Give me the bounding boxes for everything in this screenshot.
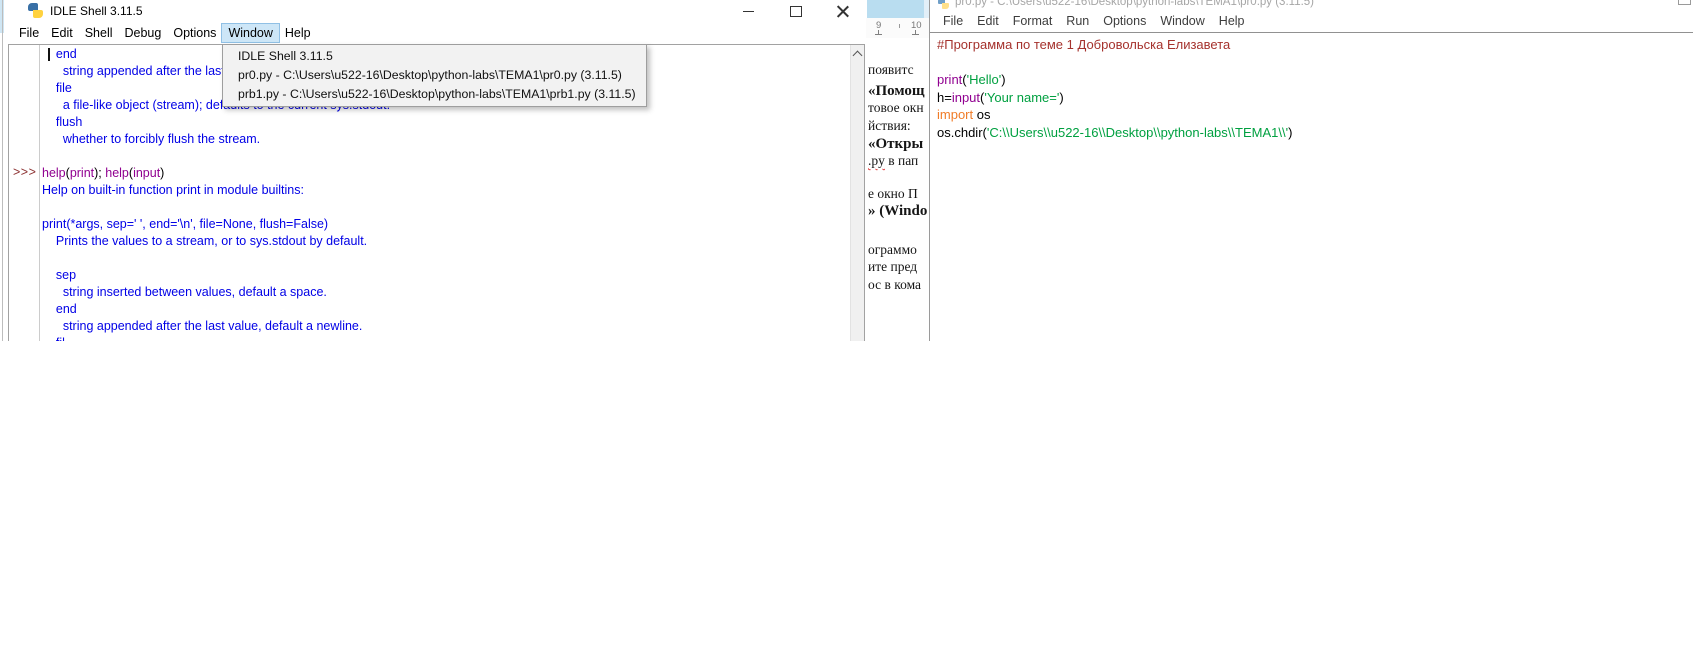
- minimize-icon: [743, 11, 754, 12]
- shell-line: whether to forcibly flush the stream.: [42, 131, 390, 148]
- window-controls: [725, 0, 866, 22]
- menu-item-file[interactable]: File: [13, 24, 45, 42]
- code-line: #Программа по теме 1 Добровольска Елизав…: [937, 36, 1292, 54]
- dropdown-item[interactable]: IDLE Shell 3.11.5: [223, 47, 646, 66]
- word-text-line: «Откры: [868, 136, 923, 153]
- editor-titlebar[interactable]: pr0.py - C:\Users\u522-16\Desktop\python…: [930, 0, 1693, 9]
- shell-prompt: >>>: [13, 165, 36, 179]
- dropdown-item[interactable]: pr0.py - C:\Users\u522-16\Desktop\python…: [223, 66, 646, 85]
- scroll-up-icon: [853, 51, 863, 61]
- shell-window-title: IDLE Shell 3.11.5: [50, 4, 143, 18]
- word-ruler: 9 10: [866, 18, 929, 38]
- word-text-line: товое окн: [868, 100, 924, 116]
- shell-line: Prints the values to a stream, or to sys…: [42, 233, 390, 250]
- menu-item-format[interactable]: Format: [1006, 12, 1060, 30]
- code-line: [937, 54, 1292, 72]
- menu-item-file[interactable]: File: [936, 12, 970, 30]
- menu-item-help[interactable]: Help: [279, 24, 317, 42]
- ruler-tab-marker: [875, 30, 882, 35]
- shell-line: fil: [42, 335, 390, 341]
- menu-item-edit[interactable]: Edit: [45, 24, 79, 42]
- shell-line: [42, 250, 390, 267]
- code-line: h=input('Your name='): [937, 89, 1292, 107]
- menu-item-window[interactable]: Window: [1153, 12, 1211, 30]
- shell-line: end: [42, 301, 390, 318]
- window-menu-dropdown: IDLE Shell 3.11.5pr0.py - C:\Users\u522-…: [222, 44, 647, 107]
- word-text-line: » (Windo: [868, 203, 927, 220]
- editor-code-area[interactable]: #Программа по теме 1 Добровольска Елизав…: [937, 36, 1292, 141]
- word-text-line: ос в кома: [868, 277, 921, 293]
- menu-item-options[interactable]: Options: [1096, 12, 1153, 30]
- editor-content-border: [930, 32, 1693, 33]
- screen: IDLE Shell 3.11.5 FileEditShellDebugOpti…: [0, 0, 1693, 648]
- python-icon: [27, 3, 43, 19]
- shell-line: [42, 148, 390, 165]
- editor-menubar: FileEditFormatRunOptionsWindowHelp: [930, 9, 1693, 32]
- ruler-tab-marker: [912, 30, 919, 35]
- maximize-icon: [790, 6, 802, 17]
- dropdown-item[interactable]: prb1.py - C:\Users\u522-16\Desktop\pytho…: [223, 85, 646, 104]
- word-text-line: «Помощ: [868, 83, 925, 100]
- word-text-line: ограммо: [868, 242, 917, 258]
- shell-vertical-scrollbar[interactable]: [850, 45, 864, 341]
- menu-item-edit[interactable]: Edit: [970, 12, 1006, 30]
- code-line: import os: [937, 106, 1292, 124]
- maximize-button[interactable]: [772, 0, 819, 22]
- menu-item-run[interactable]: Run: [1059, 12, 1096, 30]
- editor-maximize-button-fragment[interactable]: [1678, 0, 1691, 5]
- shell-line: Help on built-in function print in modul…: [42, 182, 390, 199]
- idle-editor-window: pr0.py - C:\Users\u522-16\Desktop\python…: [929, 0, 1693, 341]
- shell-line: print(*args, sep=' ', end='\n', file=Non…: [42, 216, 390, 233]
- code-line: print('Hello'): [937, 71, 1292, 89]
- close-button[interactable]: [819, 0, 866, 22]
- word-document-strip[interactable]: 9 10 появитс «Помощтовое окн йствия: «Откры…: [866, 0, 929, 341]
- menu-item-window[interactable]: Window: [222, 24, 278, 42]
- shell-titlebar[interactable]: IDLE Shell 3.11.5: [7, 0, 866, 22]
- shell-line: string appended after the last value, de…: [42, 318, 390, 335]
- shell-line: flush: [42, 114, 390, 131]
- word-header-bar: [867, 0, 924, 18]
- editor-window-title: pr0.py - C:\Users\u522-16\Desktop\python…: [955, 0, 1314, 8]
- word-text-line: ите пред: [868, 259, 917, 275]
- word-text-line: йствия:: [868, 118, 911, 134]
- word-text-line: появитс: [868, 62, 914, 78]
- menu-item-options[interactable]: Options: [167, 24, 222, 42]
- shell-line: [42, 199, 390, 216]
- word-text-line: .py в пап: [868, 153, 918, 169]
- minimize-button[interactable]: [725, 0, 772, 22]
- shell-line: sep: [42, 267, 390, 284]
- menu-item-shell[interactable]: Shell: [79, 24, 119, 42]
- menu-item-debug[interactable]: Debug: [119, 24, 168, 42]
- shell-menubar: FileEditShellDebugOptionsWindowHelp: [7, 22, 866, 44]
- shell-line: string inserted between values, default …: [42, 284, 390, 301]
- ruler-tick: [899, 24, 900, 28]
- menu-item-help[interactable]: Help: [1212, 12, 1252, 30]
- code-line: os.chdir('C:\\Users\\u522-16\\Desktop\\p…: [937, 124, 1292, 142]
- background-window-edge-line: [2, 0, 3, 341]
- word-text-line: е окно П: [868, 186, 918, 202]
- prompt-column-divider: [39, 45, 40, 341]
- shell-line: help(print); help(input): [42, 165, 390, 182]
- python-icon: [938, 0, 950, 9]
